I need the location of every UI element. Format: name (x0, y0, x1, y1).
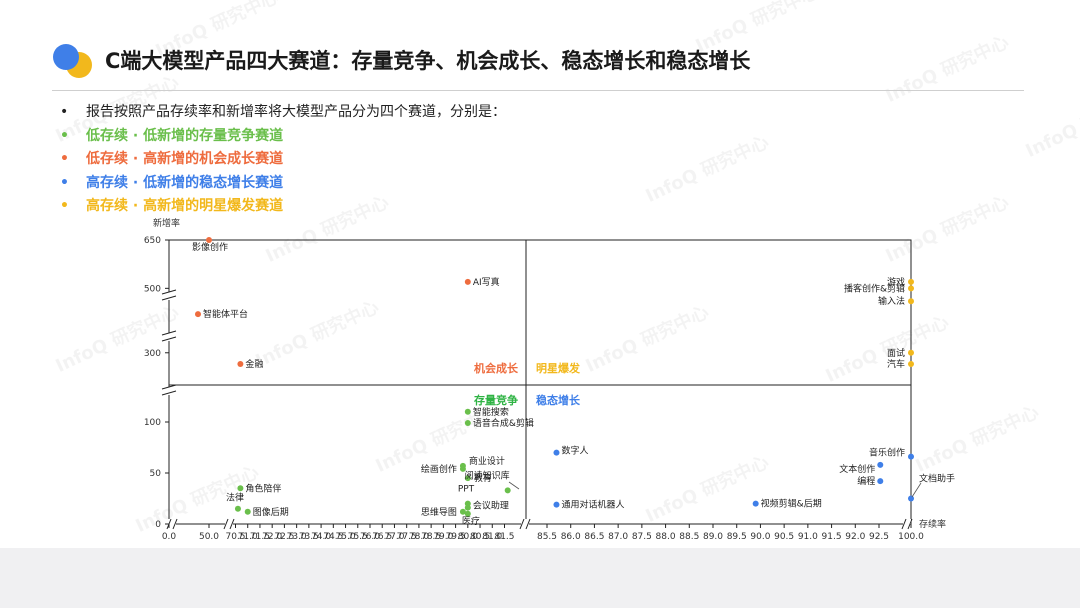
x-tick-label: 87.0 (608, 532, 628, 542)
y-tick-label: 650 (144, 236, 161, 246)
data-label: AI写真 (473, 276, 500, 288)
x-axis-title: 存续率 (919, 518, 946, 530)
x-tick-label: 92.5 (869, 532, 889, 542)
data-label: 商业设计 (469, 455, 505, 467)
data-label: 智能体平台 (203, 308, 248, 320)
data-label: 面试 (887, 347, 905, 359)
y-tick-label: 300 (144, 349, 161, 359)
data-point (504, 487, 511, 494)
x-tick-label: 89.5 (727, 532, 747, 542)
data-label: 角色陪伴 (245, 482, 281, 494)
data-label: 视频剪辑&后期 (761, 498, 822, 510)
data-point (908, 453, 914, 460)
data-point (877, 461, 884, 468)
data-point (553, 501, 560, 508)
leader-line-doc (911, 482, 922, 498)
x-tick-label: 92.0 (845, 532, 865, 542)
data-point (553, 449, 560, 456)
quadrant-label-star: 明星爆发 (536, 361, 581, 375)
x-tick-label: 91.5 (822, 532, 842, 542)
data-label: 播客创作&剪辑 (844, 282, 905, 294)
data-label: 思维导图 (421, 506, 457, 518)
data-label: 图像后期 (253, 506, 289, 518)
footer-band (0, 548, 1080, 608)
data-label: 数字人 (561, 445, 588, 457)
data-point (244, 508, 251, 515)
data-point (908, 495, 914, 502)
x-tick-label: 50.0 (199, 532, 219, 542)
data-point (908, 349, 914, 356)
quadrant-label-steady: 稳态增长 (536, 393, 581, 407)
x-tick-label: 90.0 (750, 532, 770, 542)
x-tick-label: 100.0 (898, 532, 924, 542)
data-point (752, 500, 759, 507)
y-tick-label: 50 (150, 469, 162, 479)
leader-line-reading (508, 481, 520, 490)
data-label: 音乐创作 (869, 447, 905, 459)
y-tick-label: 100 (144, 418, 161, 428)
data-point (908, 278, 914, 285)
data-label: 会议助理 (473, 500, 509, 512)
data-label: 输入法 (878, 295, 905, 307)
data-point (237, 485, 244, 492)
data-point (464, 278, 471, 285)
data-point (234, 505, 241, 512)
quadrant-label-stock: 存量竞争 (474, 393, 518, 407)
data-label: 金融 (245, 358, 263, 370)
data-label: 文档助手 (919, 473, 955, 485)
y-axis-title: 新增率 (153, 217, 180, 229)
x-tick-label: 88.0 (656, 532, 676, 542)
data-point (908, 361, 914, 368)
data-point (195, 311, 201, 318)
data-point (908, 285, 914, 292)
data-label: 阅读知识库 (465, 469, 510, 481)
x-tick-label: 85.5 (537, 532, 557, 542)
data-label: 医疗 (462, 515, 480, 527)
x-tick-label: 81.5 (494, 532, 514, 542)
data-label: PPT (458, 485, 475, 495)
data-label: 智能搜索 (473, 406, 509, 418)
x-tick-label: 90.5 (774, 532, 794, 542)
data-point (237, 361, 244, 368)
data-point (464, 504, 471, 511)
data-point (464, 420, 471, 427)
data-label: 法律 (226, 492, 244, 504)
scatter-chart: 0.0 50.0 70.571.071.572.072.573.073.574.07… (144, 217, 955, 542)
plot-frame (168, 239, 912, 525)
quadrant-label-opportunity: 机会成长 (474, 361, 519, 375)
x-tick-label: 86.5 (584, 532, 604, 542)
x-tick-label: 91.0 (798, 532, 818, 542)
data-label: 影像创作 (192, 241, 228, 253)
data-label: 语音合成&剪辑 (473, 417, 534, 429)
data-label: 绘画创作 (421, 463, 457, 475)
data-label: 编程 (857, 475, 875, 487)
data-label: 文本创作 (839, 463, 875, 475)
x-tick-label: 89.0 (703, 532, 723, 542)
data-point (877, 478, 884, 485)
x-tick-label: 86.0 (561, 532, 581, 542)
y-tick-label: 0 (155, 520, 161, 530)
data-point (464, 408, 471, 415)
data-label: 通用对话机器人 (561, 499, 624, 511)
y-tick-label: 500 (144, 284, 161, 294)
x-tick-label: 87.5 (632, 532, 652, 542)
x-tick-label: 88.5 (679, 532, 699, 542)
data-point (908, 298, 914, 305)
data-label: 汽车 (887, 358, 905, 370)
x-tick-label: 0.0 (162, 532, 177, 542)
